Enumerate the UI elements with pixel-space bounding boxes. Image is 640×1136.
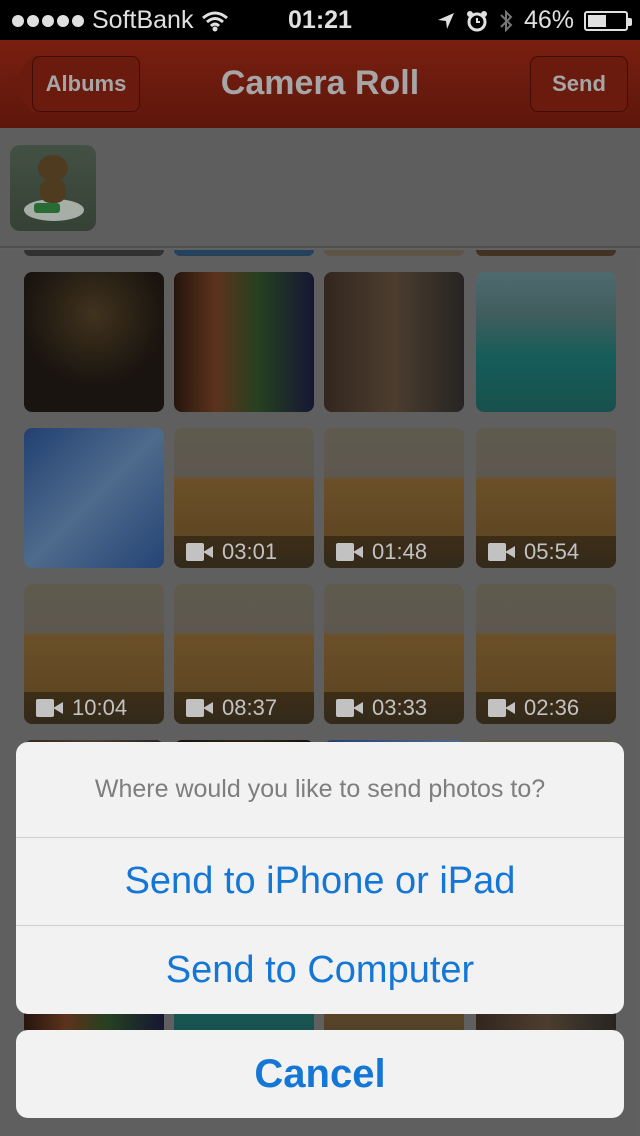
send-to-iphone-button[interactable]: Send to iPhone or iPad [16,838,624,926]
action-sheet-title: Where would you like to send photos to? [16,742,624,838]
send-action-sheet: Where would you like to send photos to? … [16,742,624,1014]
cancel-button[interactable]: Cancel [16,1030,624,1118]
send-to-computer-button[interactable]: Send to Computer [16,926,624,1014]
